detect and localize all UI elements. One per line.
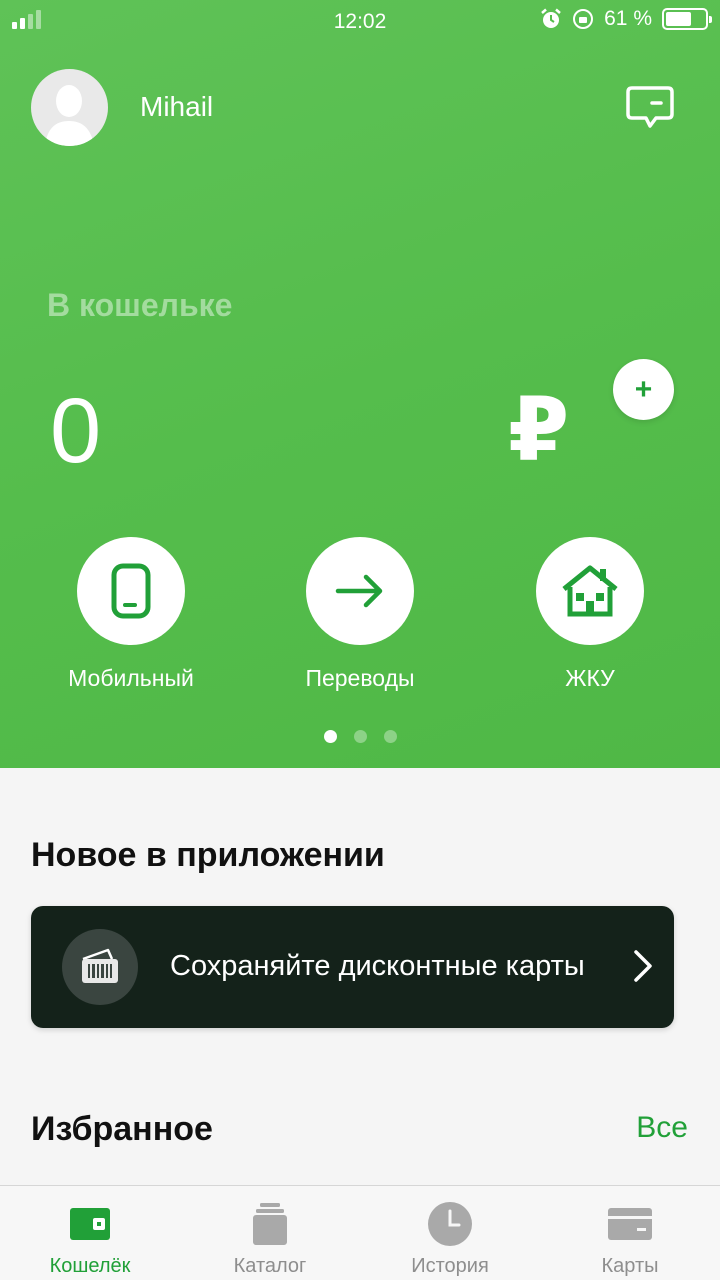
mobile-phone-icon	[111, 563, 151, 619]
page-indicator	[0, 730, 720, 743]
tab-history-label: История	[411, 1255, 489, 1277]
battery-percent: 61 %	[604, 7, 652, 30]
page-dot-2[interactable]	[353, 730, 367, 743]
wallet-balance: 0	[50, 380, 102, 482]
ruble-sign: ₽	[508, 380, 570, 479]
rotation-lock-icon	[573, 9, 594, 29]
tab-wallet-label: Кошелёк	[49, 1255, 131, 1277]
section-title-new: Новое в приложении	[31, 836, 385, 874]
clock-icon	[428, 1202, 472, 1246]
action-mobile-label: Мобильный	[68, 665, 194, 691]
tab-cards-label: Карты	[601, 1255, 659, 1277]
wallet-icon	[70, 1208, 110, 1240]
add-funds-button[interactable]: +	[613, 359, 674, 420]
catalog-icon	[253, 1203, 287, 1245]
arrow-right-icon	[335, 574, 383, 608]
promo-banner-discount-cards[interactable]: Сохраняйте дисконтные карты	[31, 906, 674, 1028]
action-transfers[interactable]: Переводы	[270, 537, 450, 692]
tab-cards[interactable]: Карты	[540, 1186, 720, 1280]
user-silhouette-icon	[45, 85, 94, 146]
section-title-favorites: Избранное	[31, 1110, 213, 1148]
tab-bar: Кошелёк Каталог История Карты	[0, 1185, 720, 1280]
promo-text: Сохраняйте дисконтные карты	[170, 950, 585, 982]
action-utilities[interactable]: ЖКУ	[500, 537, 680, 692]
username[interactable]: Mihail	[140, 91, 213, 123]
tab-catalog-label: Каталог	[233, 1255, 307, 1277]
page-dot-1[interactable]	[323, 730, 337, 743]
tab-catalog[interactable]: Каталог	[180, 1186, 360, 1280]
action-transfers-label: Переводы	[305, 665, 415, 691]
alarm-icon	[541, 8, 561, 28]
wallet-label: В кошельке	[47, 287, 233, 323]
house-icon	[562, 565, 618, 617]
page-dot-3[interactable]	[383, 730, 397, 743]
tab-wallet[interactable]: Кошелёк	[0, 1186, 180, 1280]
action-mobile[interactable]: Мобильный	[41, 537, 221, 692]
card-icon	[608, 1208, 652, 1240]
chevron-right-icon	[634, 950, 652, 982]
favorites-all-link[interactable]: Все	[636, 1111, 688, 1145]
avatar[interactable]	[31, 69, 108, 146]
status-bar: 12:02 61 %	[0, 0, 720, 40]
battery-icon	[662, 8, 712, 30]
discount-card-icon	[82, 948, 118, 983]
action-utilities-label: ЖКУ	[565, 665, 615, 691]
tab-history[interactable]: История	[360, 1186, 540, 1280]
chat-icon[interactable]	[624, 84, 676, 132]
